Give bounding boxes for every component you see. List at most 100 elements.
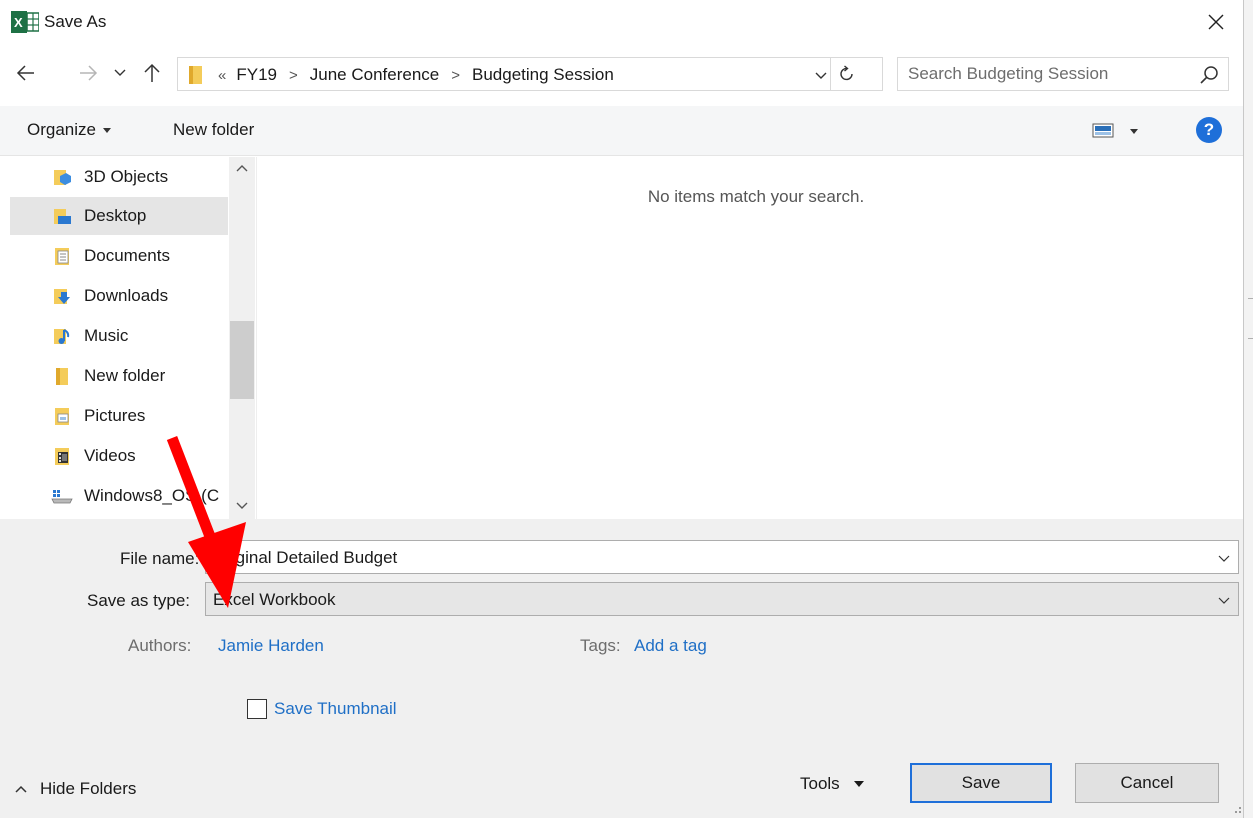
refresh-button[interactable] <box>830 58 862 90</box>
nav-item-music[interactable]: Music <box>10 317 228 355</box>
hide-folders-button[interactable]: Hide Folders <box>14 779 136 799</box>
save-options-panel: File name: Original Detailed Budget Save… <box>0 519 1243 818</box>
drive-icon <box>51 490 73 504</box>
save-as-dialog: X Save As « FY19 > June Conference > Bud… <box>0 0 1243 818</box>
breadcrumb-overflow[interactable]: « <box>218 67 226 84</box>
save-button[interactable]: Save <box>910 763 1052 803</box>
nav-item-videos[interactable]: Videos <box>10 437 228 475</box>
3d-objects-icon <box>54 170 71 185</box>
window-edge-mark <box>1248 298 1253 299</box>
save-type-value: Excel Workbook <box>213 590 336 609</box>
search-icon[interactable] <box>1198 64 1220 86</box>
refresh-icon <box>839 65 853 81</box>
view-options-icon <box>1092 123 1138 138</box>
nav-item-desktop[interactable]: Desktop <box>10 197 228 235</box>
folder-icon <box>56 368 68 385</box>
save-type-label: Save as type: <box>87 591 191 610</box>
excel-icon: X <box>11 11 39 33</box>
command-bar: Organize New folder <box>0 106 1243 156</box>
recent-locations-button[interactable] <box>110 58 130 88</box>
tools-label: Tools <box>800 774 840 793</box>
back-arrow-icon <box>16 65 34 81</box>
window-title: Save As <box>44 12 107 31</box>
desktop-icon <box>54 209 71 224</box>
chevron-down-icon[interactable] <box>812 66 830 84</box>
tools-menu[interactable]: Tools <box>800 774 864 794</box>
music-icon <box>54 329 70 344</box>
empty-message: No items match your search. <box>647 187 865 206</box>
search-box[interactable] <box>897 57 1229 91</box>
title-bar: X Save As <box>0 0 1243 44</box>
close-icon <box>1208 14 1224 30</box>
breadcrumb-separator[interactable]: > <box>451 67 460 84</box>
chevron-down-icon <box>1218 597 1230 604</box>
forward-arrow-icon <box>80 65 98 81</box>
cancel-button[interactable]: Cancel <box>1075 763 1219 803</box>
nav-item-pictures[interactable]: Pictures <box>10 397 228 435</box>
nav-item-label: Pictures <box>84 406 146 425</box>
nav-item-label: Desktop <box>84 206 147 225</box>
pictures-icon <box>55 408 69 425</box>
save-thumbnail-label[interactable]: Save Thumbnail <box>274 699 397 719</box>
scroll-up-button[interactable] <box>229 163 255 179</box>
up-button[interactable] <box>138 58 166 88</box>
chevron-up-icon <box>15 785 27 793</box>
chevron-down-icon[interactable] <box>1216 550 1232 566</box>
nav-pane-scrollbar[interactable] <box>229 157 255 519</box>
save-type-dropdown[interactable]: Excel Workbook <box>205 582 1239 616</box>
back-button[interactable] <box>12 58 40 88</box>
file-name-value[interactable]: Original Detailed Budget <box>213 548 397 568</box>
scrollbar-thumb[interactable] <box>230 321 254 399</box>
documents-icon <box>55 248 69 265</box>
scroll-down-button[interactable] <box>229 501 255 517</box>
organize-menu[interactable]: Organize <box>27 120 111 140</box>
file-list-area[interactable]: No items match your search. <box>256 157 1243 519</box>
nav-item-3d-objects[interactable]: 3D Objects <box>10 158 228 196</box>
nav-item-label: 3D Objects <box>84 167 169 186</box>
breadcrumb-item[interactable]: Budgeting Session <box>472 65 614 85</box>
save-thumbnail-checkbox[interactable] <box>247 699 267 719</box>
help-button[interactable]: ? <box>1196 117 1222 143</box>
navigation-pane: 3D Objects Desktop Documents Downloads M… <box>0 157 256 519</box>
chevron-down-icon <box>114 69 126 76</box>
address-bar[interactable]: « FY19 > June Conference > Budgeting Ses… <box>177 57 883 91</box>
folder-icon <box>189 66 202 84</box>
window-edge-mark <box>1248 338 1253 339</box>
nav-item-label: Videos <box>84 446 136 465</box>
authors-label: Authors: <box>128 636 192 655</box>
breadcrumb-item[interactable]: FY19 <box>236 65 277 85</box>
nav-item-label: Downloads <box>84 286 169 305</box>
authors-value[interactable]: Jamie Harden <box>218 636 324 656</box>
forward-button[interactable] <box>74 58 102 88</box>
nav-item-label: New folder <box>84 366 166 385</box>
help-icon: ? <box>1203 120 1215 139</box>
nav-item-label: Windows8_OS (C <box>84 486 220 505</box>
up-arrow-icon <box>144 63 160 82</box>
file-name-label: File name: <box>120 549 200 568</box>
chevron-up-icon <box>236 165 248 172</box>
hide-folders-label: Hide Folders <box>40 779 137 798</box>
resize-grip-icon[interactable] <box>1234 805 1242 815</box>
new-folder-button[interactable]: New folder <box>173 120 254 140</box>
nav-item-windows8-os[interactable]: Windows8_OS (C <box>10 477 228 515</box>
nav-item-documents[interactable]: Documents <box>10 237 228 275</box>
svg-text:X: X <box>14 15 23 30</box>
search-input[interactable] <box>908 63 1178 85</box>
change-view-button[interactable] <box>1092 120 1152 142</box>
chevron-down-icon <box>236 502 248 509</box>
nav-item-downloads[interactable]: Downloads <box>10 277 228 315</box>
breadcrumb-separator[interactable]: > <box>289 67 298 84</box>
close-button[interactable] <box>1196 4 1236 40</box>
file-name-field[interactable]: Original Detailed Budget <box>205 540 1239 574</box>
breadcrumb: « FY19 > June Conference > Budgeting Ses… <box>218 65 614 85</box>
videos-icon <box>55 448 69 465</box>
breadcrumb-item[interactable]: June Conference <box>310 65 439 85</box>
organize-label: Organize <box>27 120 96 139</box>
downloads-icon <box>54 289 70 304</box>
nav-item-new-folder[interactable]: New folder <box>10 357 228 395</box>
caret-down-icon <box>102 128 111 134</box>
background-window-edge <box>1243 0 1253 818</box>
tags-field[interactable]: Add a tag <box>634 636 707 656</box>
nav-item-label: Music <box>84 326 129 345</box>
navigation-row: « FY19 > June Conference > Budgeting Ses… <box>0 52 1243 96</box>
